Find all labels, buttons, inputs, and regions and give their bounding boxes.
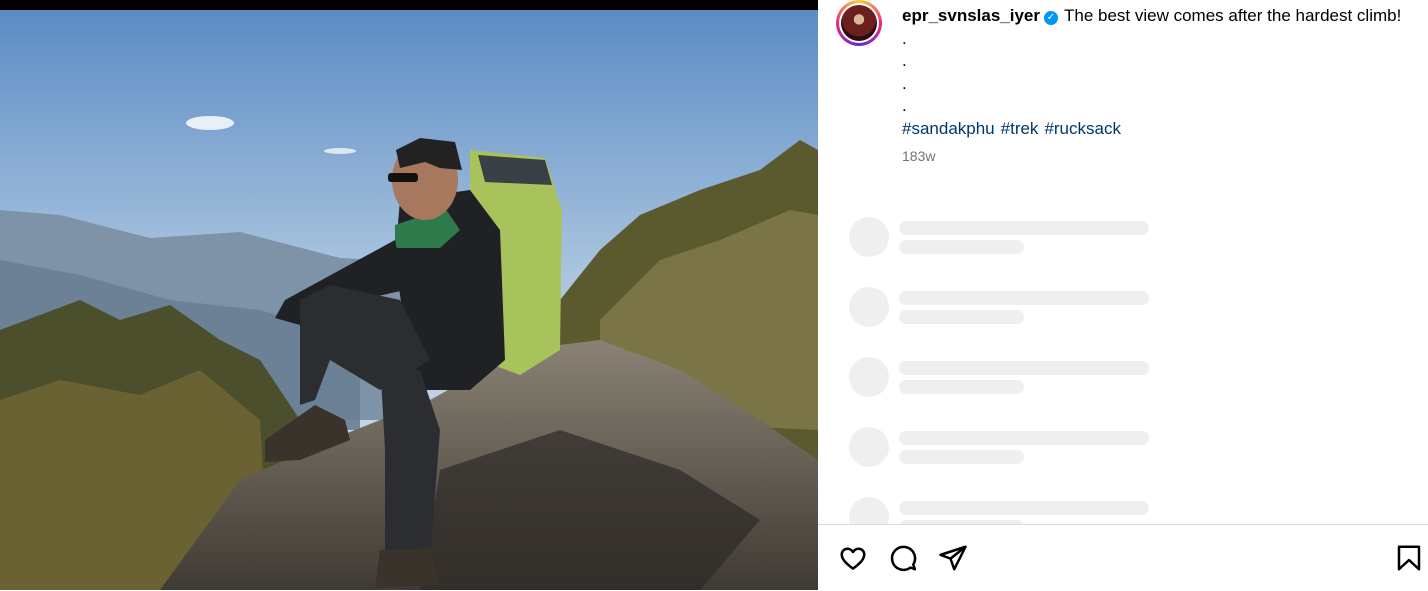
share-icon [939, 545, 967, 571]
hashtag-link[interactable]: #sandakphu [902, 119, 995, 138]
comment-skeleton [849, 357, 1169, 397]
trekker-photo [0, 0, 818, 590]
verified-icon: ✓ [1044, 11, 1058, 25]
username-link[interactable]: epr_svnslas_iyer [902, 6, 1040, 25]
share-button[interactable] [936, 541, 970, 575]
hashtag-link[interactable]: #trek [1001, 119, 1039, 138]
heart-icon [840, 547, 866, 570]
comment-button[interactable] [886, 541, 920, 575]
action-bar [818, 524, 1428, 591]
comment-skeleton [849, 427, 1169, 467]
avatar[interactable] [836, 0, 882, 46]
like-button[interactable] [836, 541, 870, 575]
post-caption: epr_svnslas_iyer ✓ The best view comes aft… [902, 5, 1422, 140]
save-button[interactable] [1392, 541, 1426, 575]
post-age[interactable]: 183w [902, 148, 935, 164]
caption-text: The best view comes after the hardest cl… [1064, 6, 1402, 25]
caption-dot: . [902, 96, 907, 115]
post-sidebar: epr_svnslas_iyer ✓ The best view comes aft… [818, 0, 1428, 591]
bookmark-icon [1397, 545, 1421, 571]
post-photo[interactable] [0, 0, 818, 590]
caption-dot: . [902, 73, 907, 93]
comment-skeleton [849, 287, 1169, 327]
caption-dot: . [902, 28, 907, 48]
comment-skeleton [849, 217, 1169, 257]
hashtag-link[interactable]: #rucksack [1044, 119, 1121, 138]
comment-icon [890, 545, 917, 572]
caption-dot: . [902, 51, 907, 70]
hashtags: #sandakphu #trek #rucksack [902, 119, 1127, 138]
